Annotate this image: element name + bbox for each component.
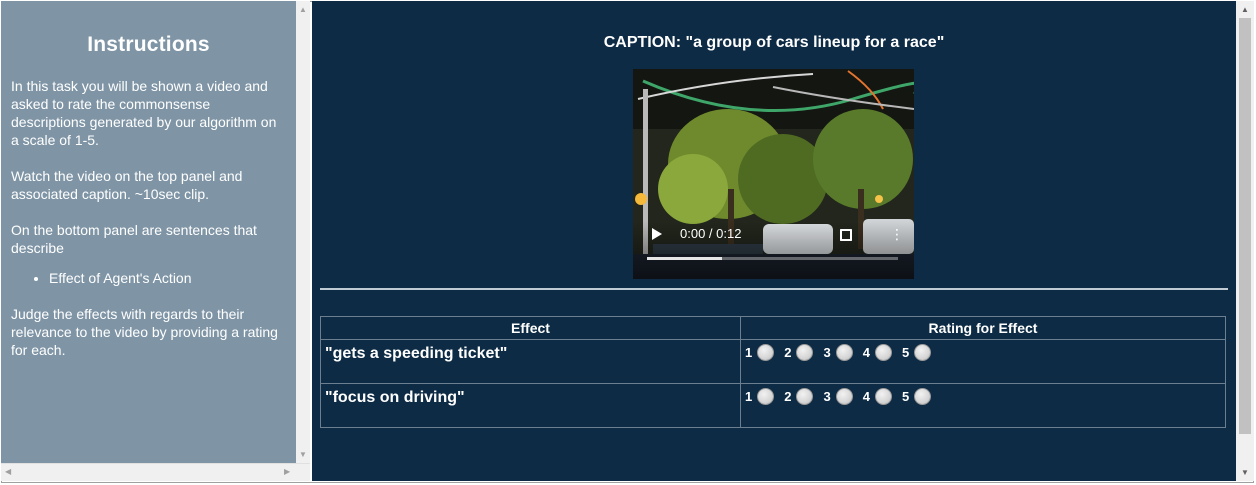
rating-option[interactable]: 1 [745,344,775,361]
rating-number-label: 4 [862,389,870,404]
rating-radio-button[interactable] [757,344,775,361]
vertical-scroll-thumb[interactable] [1239,18,1251,434]
effect-column-header: Effect [320,316,741,340]
scroll-right-arrow-icon[interactable]: ▶ [284,467,290,476]
video-controls [633,221,914,279]
rating-number-label: 4 [862,345,870,360]
video-caption: CAPTION: "a group of cars lineup for a r… [603,34,945,51]
video-progress-fill [647,257,723,260]
more-options-icon[interactable]: ⋮ [890,227,904,241]
instructions-paragraph-3: On the bottom panel are sentences that d… [11,222,257,256]
video-time: 0:00 / 0:12 [680,226,742,241]
instructions-paragraph-2: Watch the video on the top panel and ass… [11,168,243,202]
horizontal-scroll-thumb[interactable] [18,468,280,478]
scroll-up-arrow-icon[interactable]: ▲ [1241,5,1249,14]
table-row: "focus on driving" 1 2 3 4 5 [320,383,1226,428]
rating-option[interactable]: 3 [823,344,853,361]
instructions-panel: Instructions In this task you will be sh… [1,1,296,463]
rating-options: 1 2 3 4 5 [740,339,1226,384]
scroll-down-arrow-icon[interactable]: ▼ [1241,468,1249,477]
rating-radio-button[interactable] [874,388,892,405]
rating-radio-button[interactable] [796,344,814,361]
rating-number-label: 3 [823,389,831,404]
effect-text: "gets a speeding ticket" [320,339,741,384]
video-progress-bar[interactable] [647,257,898,260]
instructions-paragraph-4: Judge the effects with regards to their … [11,306,278,358]
rating-option[interactable]: 4 [863,388,892,405]
ratings-table: Effect Rating for Effect "gets a speedin… [320,316,1226,428]
rating-option[interactable]: 3 [823,388,853,405]
rating-number-label: 3 [823,345,831,360]
rating-options: 1 2 3 4 5 [740,383,1226,428]
rating-column-header: Rating for Effect [740,316,1226,340]
instructions-paragraph-1: In this task you will be shown a video a… [11,78,277,148]
instructions-list: Effect of Agent's Action [1,269,296,287]
video-player[interactable]: 0:00 / 0:12 ⋮ [633,69,914,279]
section-divider [320,288,1228,290]
rating-radio-button[interactable] [914,388,932,405]
instructions-horizontal-scrollbar[interactable]: ◀ ▶ [1,463,310,481]
rating-option[interactable]: 1 [745,388,775,405]
rating-number-label: 1 [745,345,753,360]
task-panel: CAPTION: "a group of cars lineup for a r… [312,1,1236,481]
scroll-down-arrow-icon[interactable]: ▼ [299,450,307,459]
instructions-title: Instructions [87,33,210,56]
rating-number-label: 2 [784,389,792,404]
rating-option[interactable]: 4 [863,344,892,361]
rating-option[interactable]: 5 [901,344,932,361]
rating-radio-button[interactable] [757,388,775,405]
instructions-vertical-scrollbar[interactable]: ▲ ▼ [296,1,310,463]
rating-radio-button[interactable] [796,388,814,405]
table-row: "gets a speeding ticket" 1 2 3 4 5 [320,339,1226,384]
instructions-list-item: Effect of Agent's Action [49,269,296,287]
rating-radio-button[interactable] [835,344,853,361]
rating-number-label: 1 [745,389,753,404]
rating-radio-button[interactable] [874,344,892,361]
effect-text: "focus on driving" [320,383,741,428]
scroll-left-arrow-icon[interactable]: ◀ [5,467,11,476]
rating-option[interactable]: 2 [784,388,814,405]
rating-option[interactable]: 5 [901,388,932,405]
rating-number-label: 5 [901,389,910,404]
rating-radio-button[interactable] [914,344,932,361]
play-icon[interactable] [652,228,662,240]
scroll-up-arrow-icon[interactable]: ▲ [299,5,307,14]
rating-number-label: 5 [901,345,910,360]
rating-radio-button[interactable] [835,388,853,405]
rating-number-label: 2 [784,345,792,360]
table-header-row: Effect Rating for Effect [320,316,1226,340]
rating-option[interactable]: 2 [784,344,814,361]
fullscreen-icon[interactable] [840,229,852,241]
page-vertical-scrollbar[interactable]: ▲ ▼ [1236,1,1254,481]
